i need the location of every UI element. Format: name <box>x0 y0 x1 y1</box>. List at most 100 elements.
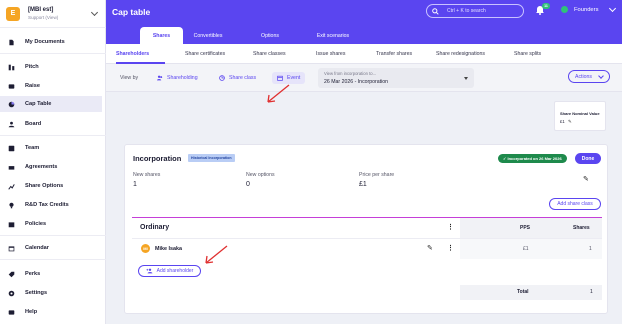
policies-icon <box>8 221 15 227</box>
cell-shares: 1 <box>589 246 592 252</box>
total-label: Total <box>517 289 529 295</box>
column-header-pps: PPS <box>520 225 531 231</box>
add-shareholder-button[interactable]: Add shareholder <box>138 265 201 277</box>
subtab-issue-shares[interactable]: Issue shares <box>316 44 345 64</box>
sidebar-divider <box>0 259 106 260</box>
tab-options[interactable]: Options <box>248 27 292 44</box>
sidebar-item-pitch[interactable]: Pitch <box>0 59 102 75</box>
tab-shares[interactable]: Shares <box>140 27 183 44</box>
nominal-value-title: Share Nominal Value <box>560 111 600 116</box>
sidebar-item-cap-table[interactable]: Cap Table <box>0 96 102 112</box>
org-avatar: E <box>6 6 20 21</box>
incorporation-event-card: Incorporation Historical Incorporation ✓… <box>124 144 608 314</box>
people-icon <box>157 75 163 81</box>
sidebar-item-perks[interactable]: Perks <box>0 266 102 282</box>
sidebar-item-agreements[interactable]: Agreements <box>0 159 102 175</box>
user-menu-label[interactable]: Founders <box>574 7 599 13</box>
subtab-share-redesignations[interactable]: Share redesignations <box>436 44 485 64</box>
chevron-down-icon[interactable] <box>90 8 99 17</box>
page-title: Cap table <box>112 7 151 17</box>
tab-convertibles[interactable]: Convertibles <box>186 27 230 44</box>
search-input[interactable]: Ctrl + K to search <box>426 4 524 18</box>
add-share-class-button[interactable]: Add share class <box>549 198 601 210</box>
sidebar-item-raise[interactable]: Raise <box>0 78 102 94</box>
stat-label: New shares <box>133 172 161 178</box>
stat-value: 1 <box>133 181 137 188</box>
pitch-icon <box>8 64 15 70</box>
nominal-value: £1 <box>560 119 565 124</box>
cell-pps: £1 <box>523 246 529 252</box>
add-person-icon <box>146 268 153 274</box>
perks-icon <box>8 271 15 277</box>
lightbulb-icon <box>9 202 14 208</box>
sidebar-item-share-options[interactable]: Share Options <box>0 178 102 194</box>
pencil-icon[interactable]: ✎ <box>583 175 589 183</box>
board-icon <box>8 121 15 127</box>
view-by-label: View by <box>120 75 139 81</box>
sidebar-item-team[interactable]: Team <box>0 140 102 156</box>
total-row <box>460 285 602 300</box>
agreements-icon <box>8 165 15 170</box>
org-name: [MBI est] <box>28 6 54 13</box>
sidebar-item-my-documents[interactable]: My Documents <box>0 34 102 50</box>
share-class-name: Ordinary <box>140 224 170 231</box>
chevron-down-icon[interactable] <box>608 4 617 13</box>
search-icon <box>432 7 439 15</box>
sidebar-item-help[interactable]: Help <box>0 304 102 320</box>
subtab-share-splits[interactable]: Share splits <box>514 44 541 64</box>
sidebar-divider <box>0 235 106 236</box>
kebab-menu-icon[interactable]: ⋮ <box>447 223 454 231</box>
total-value: 1 <box>590 289 593 295</box>
stat-value: 0 <box>246 181 250 188</box>
sidebar-item-calendar[interactable]: Calendar <box>0 240 102 256</box>
calendar-icon <box>277 75 283 81</box>
app-header: Cap table Ctrl + K to search 11 Founders… <box>106 0 622 44</box>
sidebar-item-rd-tax-credits[interactable]: R&D Tax Credits <box>0 197 102 213</box>
select-label: View from incorporation to... <box>324 71 377 76</box>
view-option-shareholding[interactable]: Shareholding <box>152 72 203 84</box>
annotation-arrow-icon <box>267 84 290 103</box>
stat-value: £1 <box>359 181 367 188</box>
sidebar-divider <box>0 135 106 136</box>
gear-icon <box>8 290 15 296</box>
subtab-shareholders[interactable]: Shareholders <box>116 44 149 64</box>
help-icon <box>8 309 15 315</box>
nominal-value-card: Share Nominal Value £1 ✎ <box>554 101 606 131</box>
done-button[interactable]: Done <box>575 153 601 164</box>
user-avatar[interactable] <box>561 6 568 13</box>
stat-label: New options <box>246 172 275 178</box>
sidebar-item-settings[interactable]: Settings <box>0 285 102 301</box>
pencil-icon[interactable]: ✎ <box>568 119 572 125</box>
caret-down-icon <box>464 77 468 80</box>
view-bar: View by Shareholding Share class Event V… <box>106 64 622 92</box>
calendar-icon <box>8 245 15 251</box>
sidebar-item-policies[interactable]: Policies <box>0 216 102 232</box>
document-icon <box>9 39 14 45</box>
tab-exit-scenarios[interactable]: Exit scenarios <box>306 27 360 44</box>
timeline-select[interactable]: View from incorporation to... 26 Mar 202… <box>318 68 474 88</box>
status-badge: ✓ Incorporated on 26 Mar 2026 <box>498 154 567 163</box>
column-header-shares: Shares <box>573 225 590 231</box>
stat-label: Price per share <box>359 172 395 178</box>
actions-button[interactable]: Actions <box>568 70 610 83</box>
sidebar-divider <box>0 53 106 54</box>
kebab-menu-icon[interactable]: ⋮ <box>447 244 454 252</box>
table-row-values <box>460 239 602 259</box>
subtab-transfer-shares[interactable]: Transfer shares <box>376 44 412 64</box>
avatar: MI <box>141 244 150 253</box>
notification-badge: 11 <box>542 3 550 9</box>
sidebar-item-board[interactable]: Board <box>0 116 102 132</box>
shareholder-name[interactable]: Mike Isaka <box>155 246 182 252</box>
pencil-icon[interactable]: ✎ <box>427 244 433 252</box>
org-switcher[interactable]: E [MBI est] Support (View) <box>0 0 106 28</box>
team-icon <box>8 145 15 151</box>
cap-table-icon <box>8 101 15 107</box>
org-role: Support (View) <box>28 14 59 20</box>
view-option-share-class[interactable]: Share class <box>214 72 261 84</box>
pie-icon <box>219 75 225 81</box>
select-value: 26 Mar 2026 - Incorporation <box>324 79 389 85</box>
raise-icon <box>8 83 15 89</box>
historical-tag: Historical Incorporation <box>188 154 235 162</box>
subtab-share-classes[interactable]: Share classes <box>253 44 286 64</box>
subtab-share-certificates[interactable]: Share certificates <box>185 44 225 64</box>
